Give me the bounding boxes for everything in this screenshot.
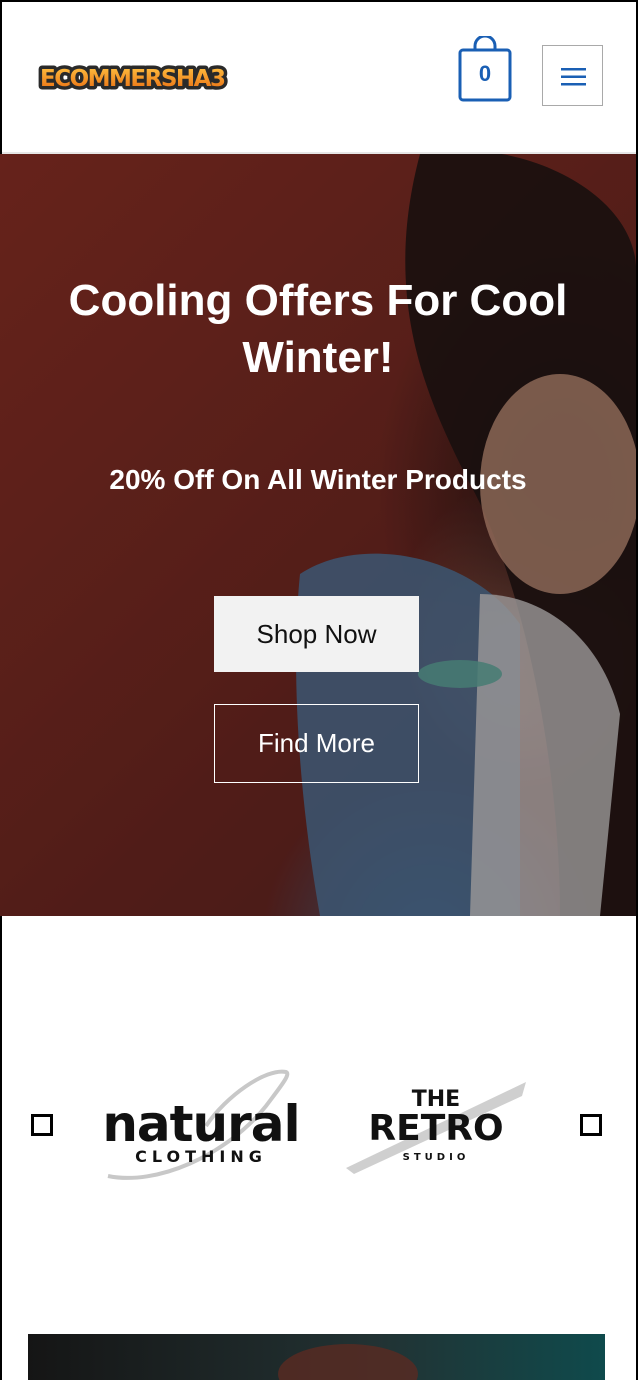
brand-carousel: natural CLOTHING THE RETRO STUDIO [0, 1040, 636, 1220]
hero-subtitle: 20% Off On All Winter Products [109, 464, 527, 495]
hero-title: Cooling Offers For Cool Winter! [68, 276, 568, 382]
site-header: ECOMMERSHA3 ECOMMERSHA3 0 [2, 2, 636, 154]
svg-text:STUDIO: STUDIO [403, 1152, 470, 1163]
svg-text:CLOTHING: CLOTHING [135, 1147, 267, 1166]
brand-logo-natural[interactable]: natural CLOTHING [96, 1066, 306, 1186]
hero-banner: Cooling Offers For Cool Winter! 20% Off … [0, 154, 636, 916]
site-logo[interactable]: ECOMMERSHA3 ECOMMERSHA3 [36, 54, 246, 102]
svg-text:natural: natural [102, 1095, 299, 1153]
svg-text:ECOMMERSHA3: ECOMMERSHA3 [40, 66, 225, 92]
promo-image [278, 1344, 418, 1380]
brand-logo-retro[interactable]: THE RETRO STUDIO [336, 1076, 536, 1176]
find-more-button[interactable]: Find More [214, 704, 419, 783]
menu-toggle-button[interactable] [542, 45, 603, 106]
svg-text:RETRO: RETRO [368, 1108, 503, 1149]
hamburger-icon [561, 68, 586, 86]
cart-count: 0 [478, 61, 492, 86]
hero-overlay [0, 154, 636, 916]
shop-now-button[interactable]: Shop Now [214, 596, 419, 672]
carousel-next-button[interactable] [580, 1114, 602, 1136]
promo-image-section [28, 1334, 605, 1380]
carousel-prev-button[interactable] [31, 1114, 53, 1136]
cart-button[interactable]: 0 [457, 36, 513, 104]
